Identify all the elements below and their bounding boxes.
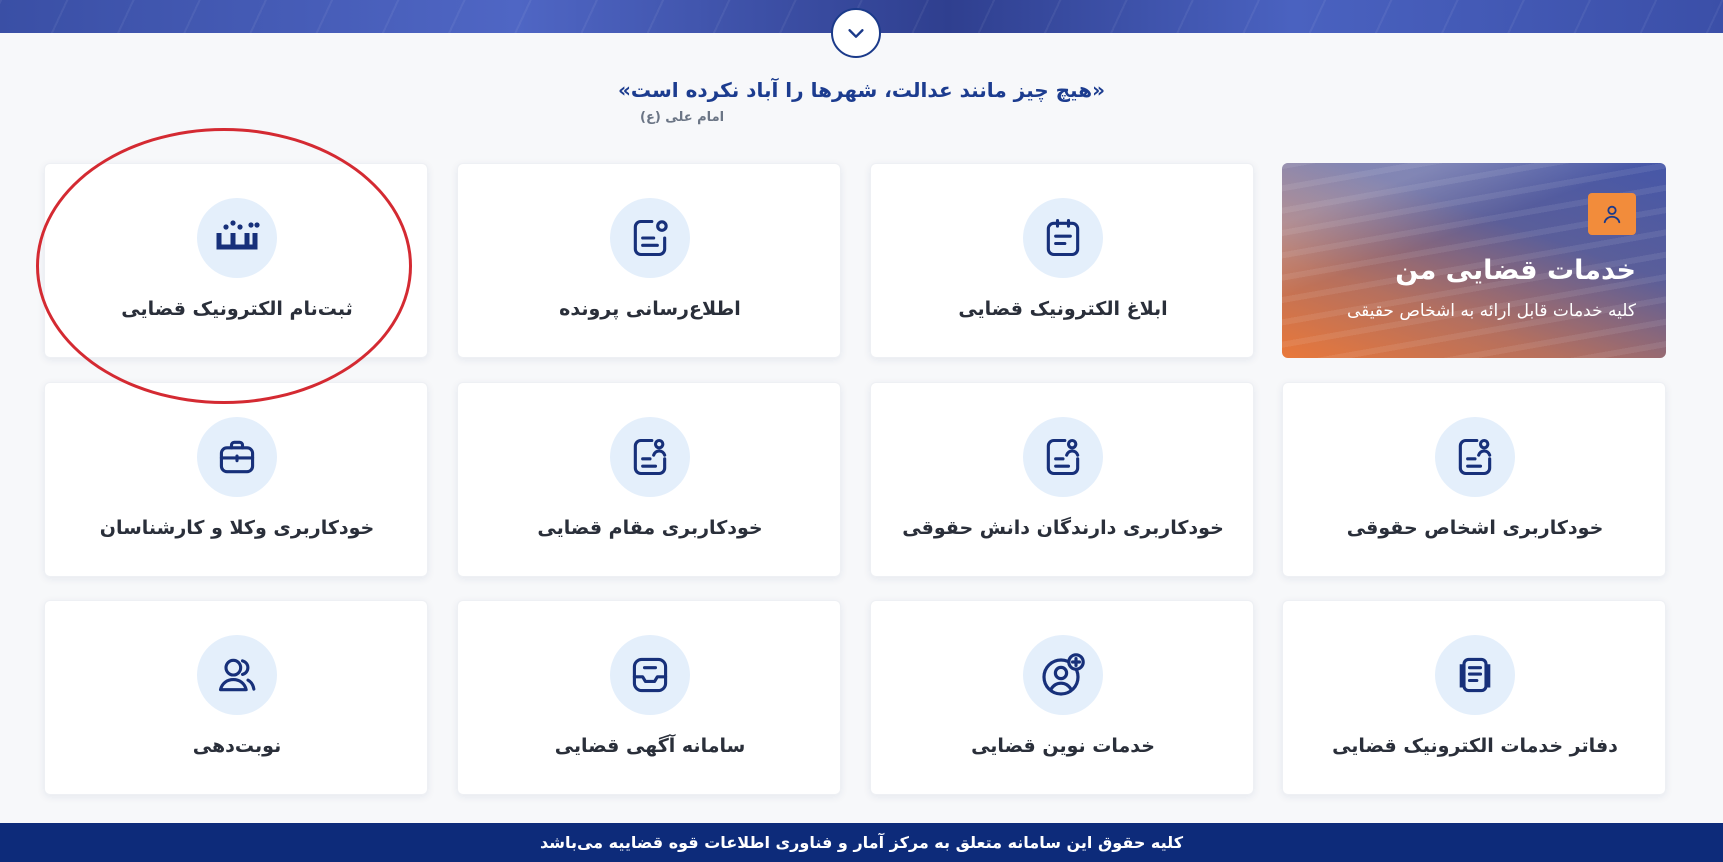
service-label: خودکاربری اشخاص حقوقی xyxy=(1346,517,1604,539)
chevron-down-icon xyxy=(848,29,864,38)
service-label: اطلاع‌رسانی پرونده xyxy=(559,298,741,320)
featured-card-subtitle: کلیه خدمات قابل ارائه به اشخاص حقیقی xyxy=(1346,301,1636,321)
user-document-icon xyxy=(1023,417,1103,497)
documents-icon xyxy=(1435,635,1515,715)
service-label: ابلاغ الکترونیک قضایی xyxy=(958,298,1168,320)
service-label: خدمات نوین قضایی xyxy=(971,735,1155,757)
service-card-legal-knowledge-holders[interactable]: خودکاربری دارندگان دانش حقوقی xyxy=(870,382,1254,577)
service-label: سامانه آگهی قضایی xyxy=(554,735,746,757)
service-label: خودکاربری وکلا و کارشناسان xyxy=(99,517,375,539)
service-card-e-service-offices[interactable]: دفاتر خدمات الکترونیک قضایی xyxy=(1282,600,1666,795)
service-label: ثبت‌نام الکترونیک قضایی xyxy=(121,298,353,320)
scroll-down-button[interactable] xyxy=(831,8,881,58)
service-card-legal-entities[interactable]: خودکاربری اشخاص حقوقی xyxy=(1282,382,1666,577)
user-icon xyxy=(1588,193,1636,235)
service-card-case-notification[interactable]: اطلاع‌رسانی پرونده xyxy=(457,163,841,358)
quote-author: امام علی (ع) xyxy=(640,110,725,125)
service-card-electronic-registration[interactable]: ثبت‌نام الکترونیک قضایی xyxy=(44,163,428,358)
service-card-judicial-authority[interactable]: خودکاربری مقام قضایی xyxy=(457,382,841,577)
user-document-icon xyxy=(1435,417,1515,497)
service-card-electronic-notice[interactable]: ابلاغ الکترونیک قضایی xyxy=(870,163,1254,358)
user-document-icon xyxy=(610,417,690,497)
footer-copyright: کلیه حقوق این سامانه متعلق به مرکز آمار … xyxy=(0,823,1723,862)
inbox-icon xyxy=(610,635,690,715)
my-judicial-services-card[interactable]: خدمات قضایی من کلیه خدمات قابل ارائه به … xyxy=(1282,163,1666,358)
user-add-icon xyxy=(1023,635,1103,715)
notification-document-icon xyxy=(610,198,690,278)
quote-text: «هیچ چیز مانند عدالت، شهرها را آباد نکرد… xyxy=(617,78,1106,102)
users-icon xyxy=(197,635,277,715)
sana-logo-icon xyxy=(197,198,277,278)
service-card-judicial-ads[interactable]: سامانه آگهی قضایی xyxy=(457,600,841,795)
service-label: خودکاربری مقام قضایی xyxy=(537,517,763,539)
briefcase-icon xyxy=(197,417,277,497)
service-label: دفاتر خدمات الکترونیک قضایی xyxy=(1332,735,1618,757)
featured-card-title: خدمات قضایی من xyxy=(1395,255,1636,286)
service-label: خودکاربری دارندگان دانش حقوقی xyxy=(902,517,1224,539)
service-label: نوبت‌دهی xyxy=(192,735,282,757)
calendar-note-icon xyxy=(1023,198,1103,278)
service-card-new-judicial-services[interactable]: خدمات نوین قضایی xyxy=(870,600,1254,795)
service-card-lawyers-experts[interactable]: خودکاربری وکلا و کارشناسان xyxy=(44,382,428,577)
service-card-appointments[interactable]: نوبت‌دهی xyxy=(44,600,428,795)
